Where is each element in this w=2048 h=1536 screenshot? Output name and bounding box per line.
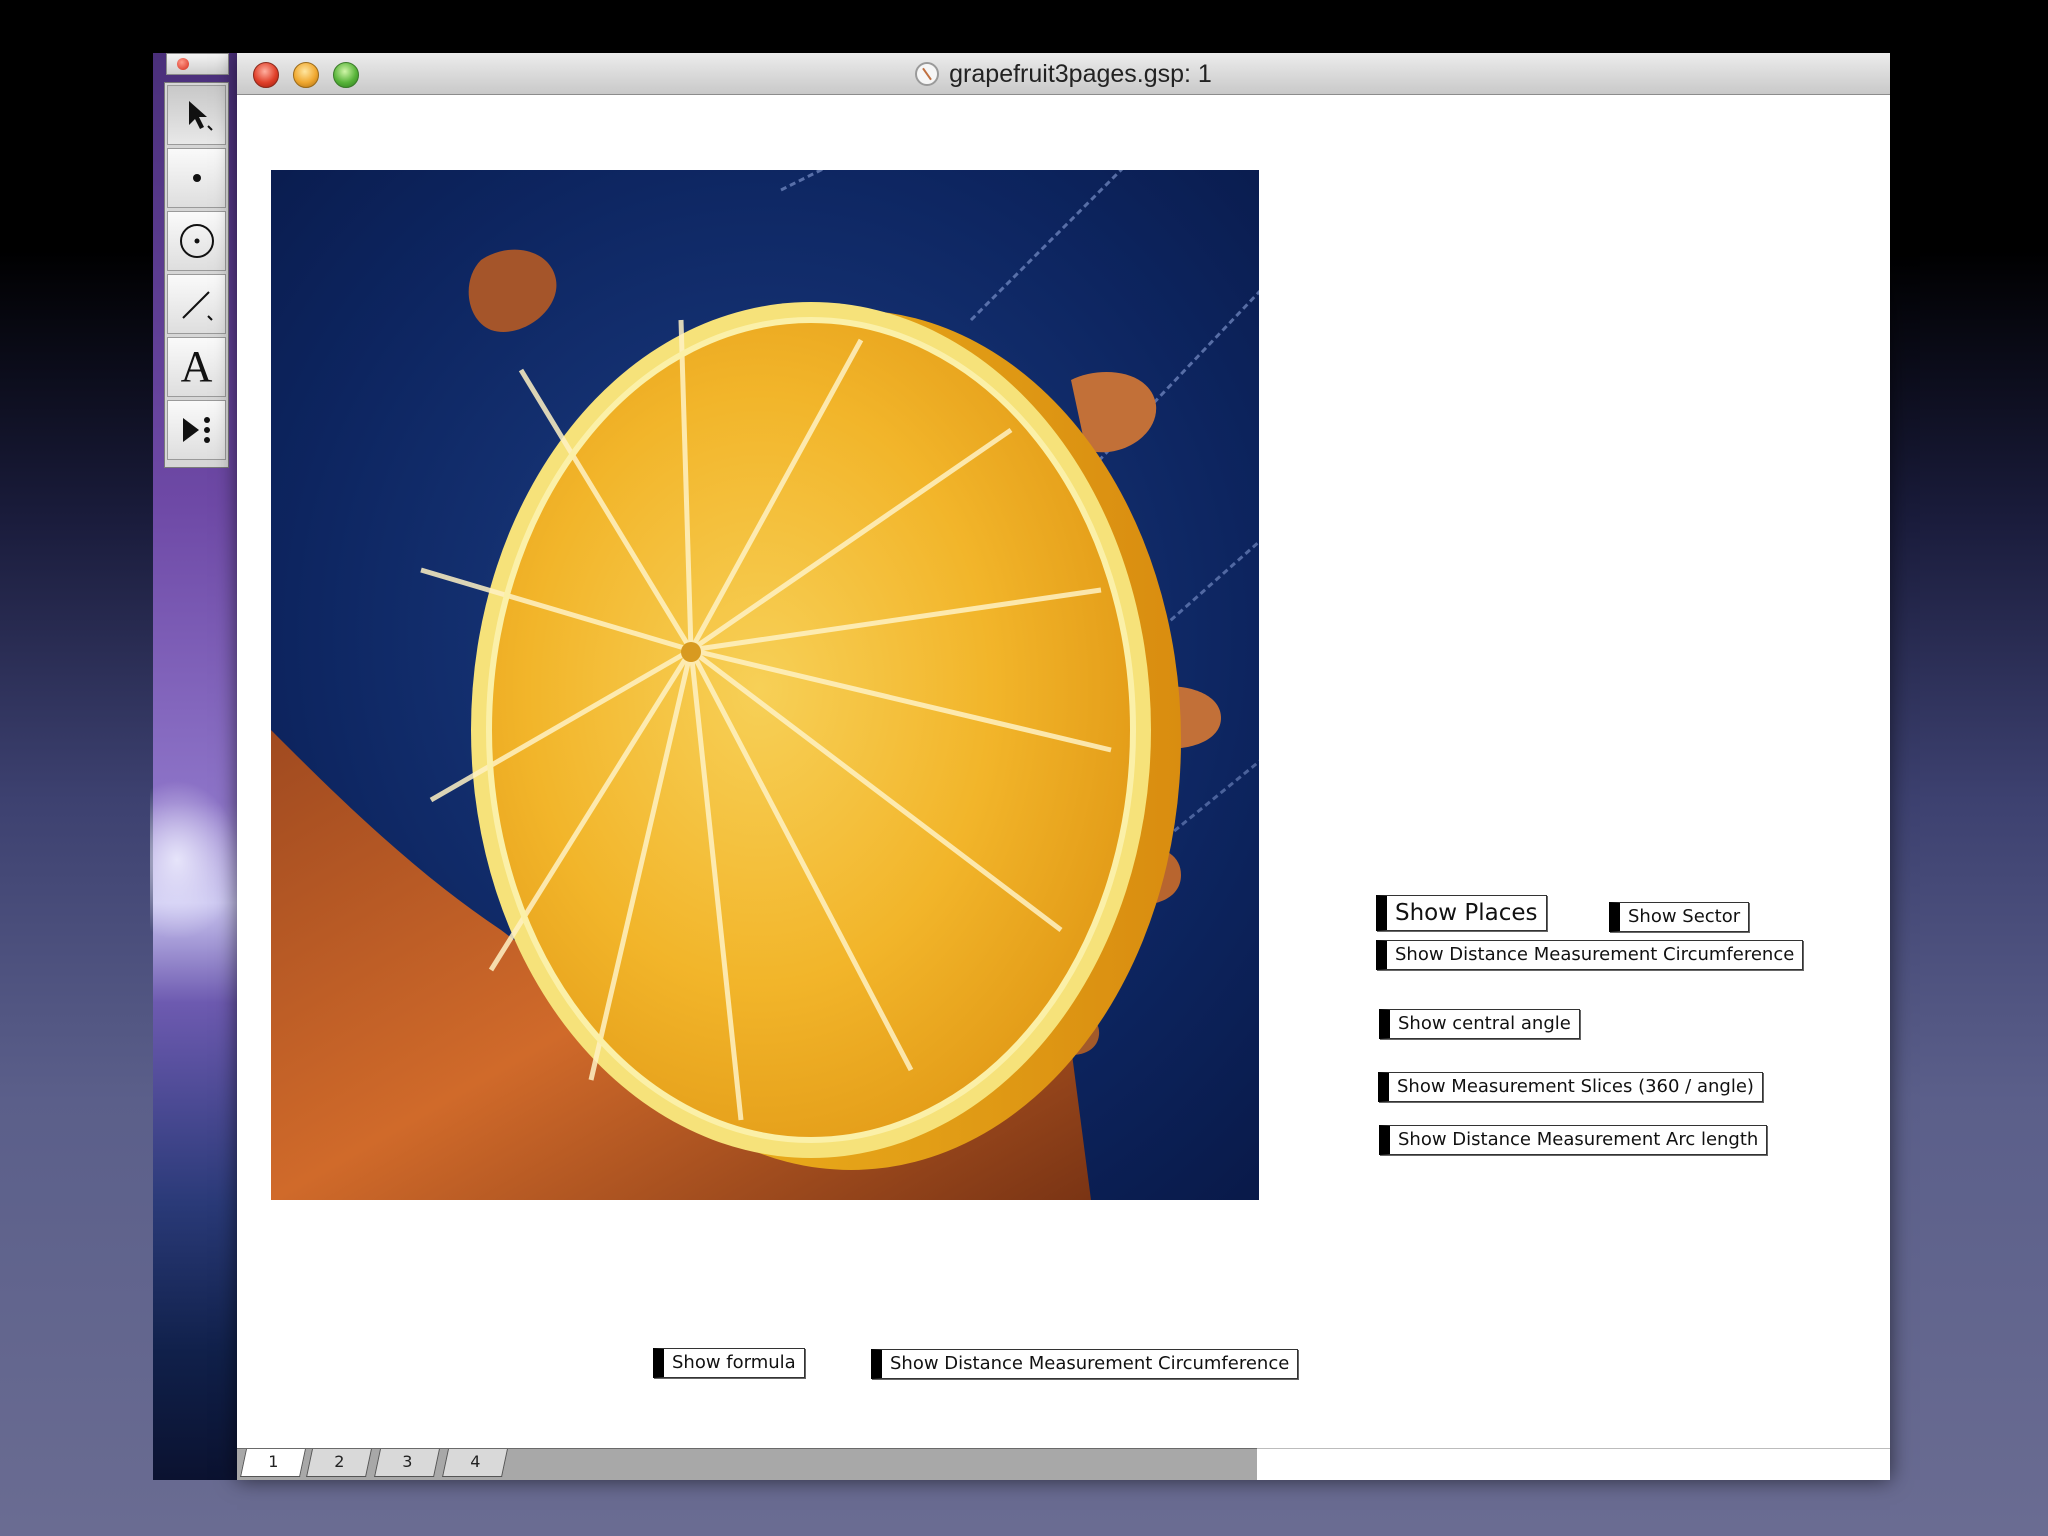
page-tab-3[interactable]: 3 xyxy=(374,1449,440,1477)
page-tab-1[interactable]: 1 xyxy=(240,1449,306,1477)
point-icon xyxy=(192,174,201,182)
point-tool[interactable] xyxy=(167,148,226,208)
arrow-tool[interactable] xyxy=(167,85,226,145)
page-tab-2[interactable]: 2 xyxy=(306,1449,372,1477)
toolbox: A xyxy=(164,82,229,468)
page-tab-4-label: 4 xyxy=(470,1452,481,1471)
show-circumference-bottom-button[interactable]: Show Distance Measurement Circumference xyxy=(871,1349,1299,1379)
custom-tool-icon xyxy=(182,417,210,443)
page-tabs: 1 2 3 4 xyxy=(237,1448,1257,1480)
show-formula-button[interactable]: Show formula xyxy=(653,1348,805,1378)
text-icon: A xyxy=(180,342,213,391)
sketch-canvas[interactable]: Show Places Show Sector Show Distance Me… xyxy=(237,95,1890,1435)
toolbox-close-icon[interactable] xyxy=(177,58,189,70)
custom-tool[interactable] xyxy=(167,400,226,460)
show-sector-button[interactable]: Show Sector xyxy=(1609,902,1750,932)
sketchpad-window: grapefruit3pages.gsp: 1 Show Places Show… xyxy=(237,53,1890,1480)
straightedge-icon xyxy=(181,291,213,321)
grapefruit-image xyxy=(271,170,1259,1200)
show-central-angle-button[interactable]: Show central angle xyxy=(1379,1009,1580,1039)
title-bar[interactable]: grapefruit3pages.gsp: 1 xyxy=(237,53,1890,95)
desktop-glow xyxy=(150,780,240,940)
compass-tool[interactable] xyxy=(167,211,226,271)
window-title: grapefruit3pages.gsp: 1 xyxy=(237,53,1890,95)
arrow-icon xyxy=(188,101,213,131)
grapefruit-photo[interactable] xyxy=(271,170,1259,1200)
show-arc-length-button[interactable]: Show Distance Measurement Arc length xyxy=(1379,1125,1768,1155)
show-measurement-slices-button[interactable]: Show Measurement Slices (360 / angle) xyxy=(1378,1072,1763,1102)
compass-icon xyxy=(179,224,214,258)
horizontal-scroll-area[interactable] xyxy=(1257,1448,1890,1480)
page-tab-1-label: 1 xyxy=(268,1452,279,1471)
text-tool[interactable]: A xyxy=(167,337,226,397)
page-tab-4[interactable]: 4 xyxy=(442,1449,508,1477)
window-title-text: grapefruit3pages.gsp: 1 xyxy=(949,60,1212,88)
page-tab-3-label: 3 xyxy=(402,1452,413,1471)
show-places-button[interactable]: Show Places xyxy=(1376,895,1547,931)
show-circumference-button[interactable]: Show Distance Measurement Circumference xyxy=(1376,940,1804,970)
toolbox-titlebar xyxy=(166,53,229,75)
page-tab-2-label: 2 xyxy=(334,1452,345,1471)
document-icon xyxy=(915,62,940,86)
straightedge-tool[interactable] xyxy=(167,274,226,334)
